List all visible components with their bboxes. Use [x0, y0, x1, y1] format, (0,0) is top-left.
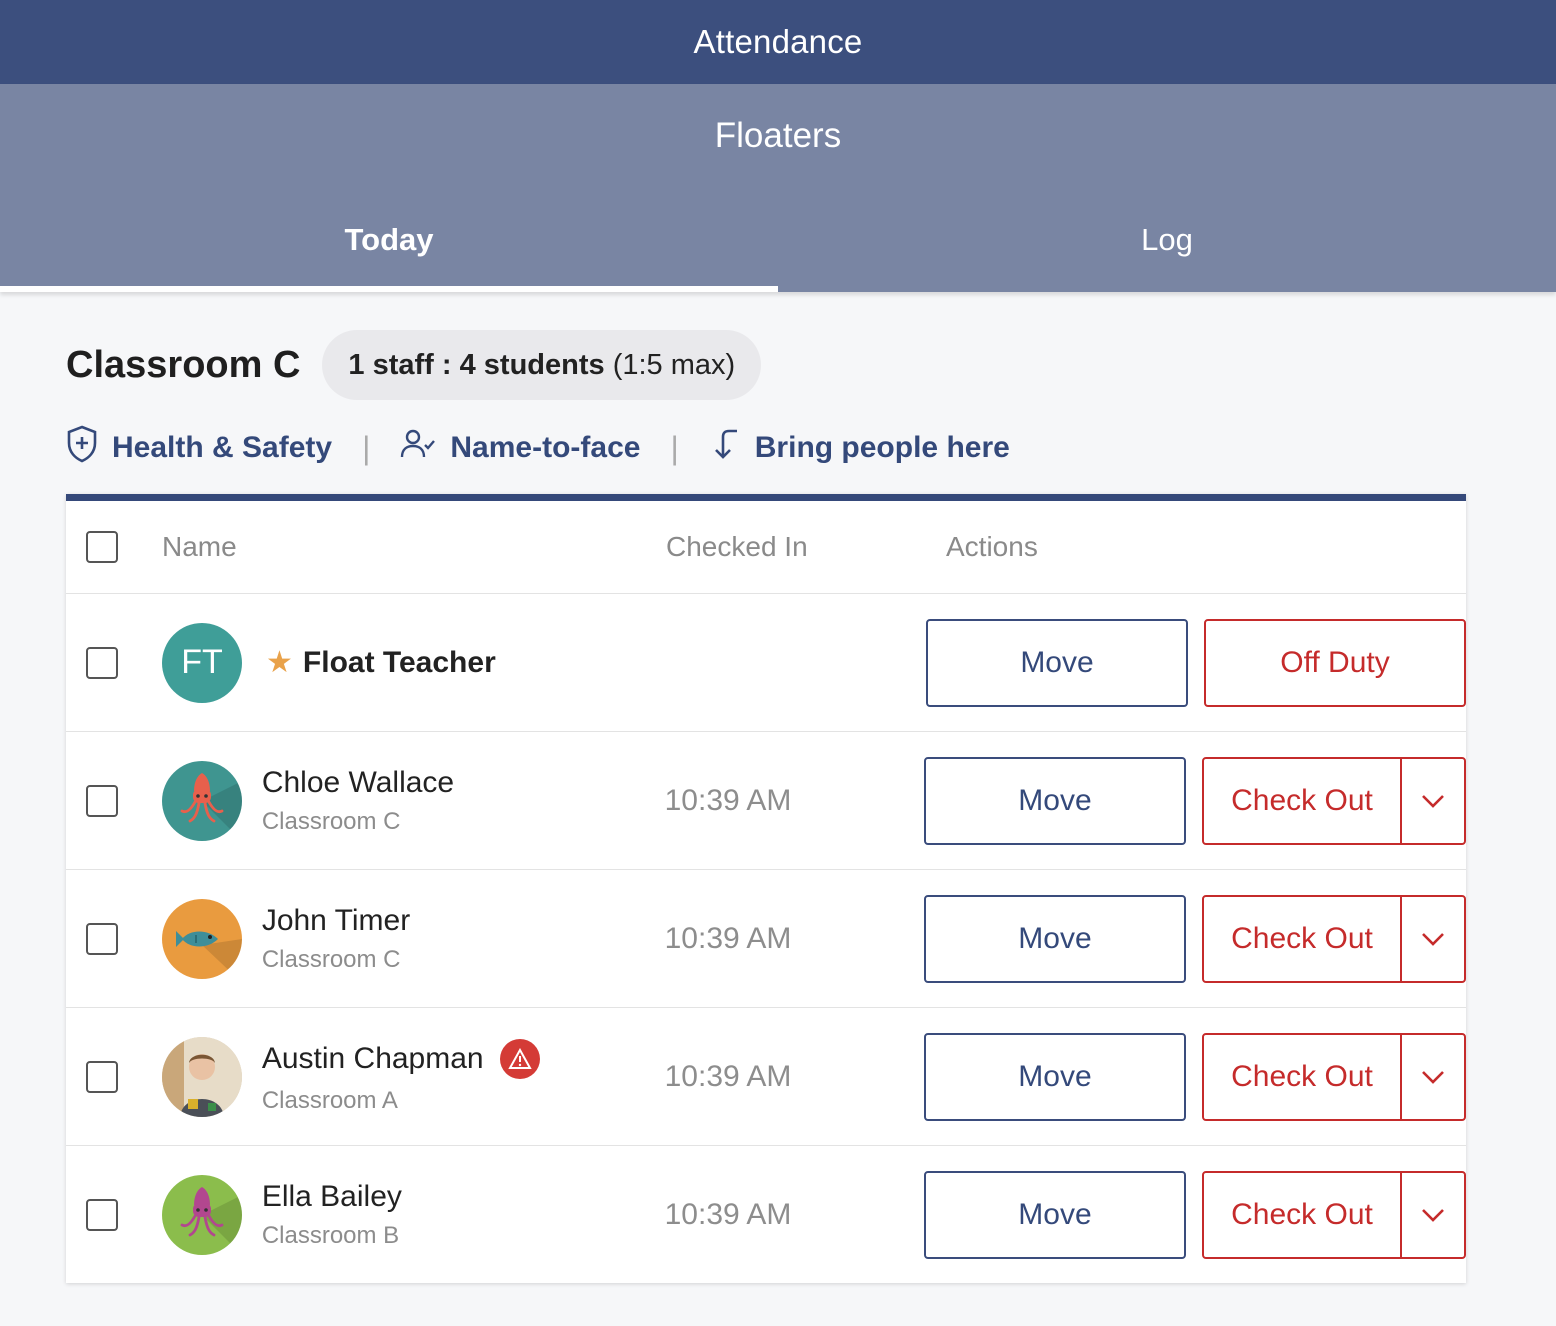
person-name: Float Teacher — [302, 645, 496, 679]
health-safety-label: Health & Safety — [112, 431, 333, 464]
tab-log[interactable]: Log — [778, 188, 1556, 292]
star-icon: ★ — [266, 646, 293, 679]
attendance-table: Name Checked In Actions FT ★ Float Teach… — [66, 494, 1466, 1283]
name-cell: Austin Chapman Classroom A — [161, 1036, 665, 1117]
sub-header: Floaters Today Log — [0, 84, 1556, 292]
check-out-split-button: Check Out — [1201, 1032, 1466, 1121]
row-checkbox[interactable] — [86, 646, 118, 679]
check-out-split-button: Check Out — [1201, 894, 1466, 983]
room-header: Classroom C 1 staff : 4 students (1:5 ma… — [66, 330, 1490, 400]
page-title: Attendance — [693, 23, 863, 60]
name-cell: Ella Bailey Classroom B — [161, 1174, 665, 1255]
room-title: Classroom C — [66, 343, 301, 386]
row-checkbox[interactable] — [86, 1198, 118, 1231]
tab-today[interactable]: Today — [0, 188, 778, 292]
select-all-checkbox[interactable] — [86, 531, 118, 563]
checked-in-time: 10:39 AM — [664, 783, 792, 817]
person-classroom: Classroom C — [261, 807, 401, 835]
off-duty-button[interactable]: Off Duty — [1204, 618, 1466, 707]
shield-plus-icon — [66, 425, 112, 471]
table-row: Austin Chapman Classroom A 10:39 AM Move… — [66, 1008, 1466, 1146]
move-button[interactable]: Move — [926, 618, 1188, 707]
chevron-down-icon[interactable] — [1402, 897, 1464, 981]
check-out-split-button: Check Out — [1201, 756, 1466, 845]
bring-people-link[interactable]: Bring people here — [709, 427, 1010, 469]
person-name: Chloe Wallace — [261, 765, 455, 799]
person-classroom: Classroom B — [261, 1221, 400, 1249]
name-to-face-label: Name-to-face — [450, 431, 641, 464]
alert-icon[interactable] — [499, 1038, 540, 1079]
row-actions: Move Check Out — [923, 1032, 1466, 1121]
column-header-actions: Actions — [946, 531, 1038, 562]
chevron-down-icon[interactable] — [1402, 1173, 1464, 1257]
row-actions: Move Check Out — [923, 894, 1466, 983]
ratio-max: (1:5 max) — [612, 348, 736, 381]
move-button[interactable]: Move — [923, 1170, 1186, 1259]
checked-in-time: 10:39 AM — [664, 1059, 792, 1093]
move-button[interactable]: Move — [923, 1032, 1186, 1121]
name-to-face-link[interactable]: Name-to-face — [400, 428, 640, 468]
table-row: Chloe Wallace Classroom C 10:39 AM Move … — [66, 732, 1466, 870]
name-cell: FT ★ Float Teacher — [162, 622, 666, 703]
squid-icon — [161, 1174, 242, 1255]
section-title: Floaters — [714, 116, 842, 155]
chevron-down-icon[interactable] — [1402, 759, 1464, 843]
move-button[interactable]: Move — [923, 756, 1186, 845]
photo-avatar — [161, 1036, 242, 1117]
table-row: Ella Bailey Classroom B 10:39 AM Move Ch… — [66, 1146, 1466, 1283]
table-row: FT ★ Float Teacher Move Off Duty — [66, 594, 1466, 732]
app-header: Attendance — [0, 0, 1556, 84]
row-actions: Move Check Out — [923, 756, 1466, 845]
check-out-button[interactable]: Check Out — [1204, 1034, 1402, 1119]
ratio-count: 1 staff : 4 students — [348, 348, 605, 381]
row-actions: Move Check Out — [923, 1170, 1466, 1259]
person-check-icon — [400, 428, 450, 468]
squid-icon — [161, 760, 242, 841]
column-header-name: Name — [162, 531, 237, 562]
check-out-split-button: Check Out — [1201, 1170, 1466, 1259]
person-classroom: Classroom A — [261, 1086, 398, 1114]
avatar: FT — [162, 622, 242, 703]
main-content: Classroom C 1 staff : 4 students (1:5 ma… — [0, 330, 1556, 1283]
fish-icon — [161, 898, 242, 979]
row-actions: Move Off Duty — [926, 618, 1466, 707]
ratio-badge: 1 staff : 4 students (1:5 max) — [322, 330, 762, 400]
row-checkbox[interactable] — [86, 1060, 118, 1093]
check-out-button[interactable]: Check Out — [1204, 1172, 1402, 1257]
link-separator: | — [362, 429, 371, 466]
row-checkbox[interactable] — [86, 784, 118, 817]
health-safety-link[interactable]: Health & Safety — [66, 425, 332, 471]
tab-bar: Today Log — [0, 188, 1556, 292]
check-out-button[interactable]: Check Out — [1204, 758, 1402, 843]
checked-in-time: 10:39 AM — [664, 921, 792, 955]
column-header-checked-in: Checked In — [666, 531, 808, 562]
name-cell: John Timer Classroom C — [161, 898, 665, 979]
checked-in-time: 10:39 AM — [664, 1197, 792, 1231]
arrow-return-icon — [709, 427, 755, 469]
link-separator: | — [670, 429, 679, 466]
bring-people-label: Bring people here — [754, 431, 1010, 464]
table-row: John Timer Classroom C 10:39 AM Move Che… — [66, 870, 1466, 1008]
quick-links: Health & Safety | Name-to-face | Bring p… — [66, 425, 1490, 471]
row-checkbox[interactable] — [86, 922, 118, 955]
person-name: Austin Chapman — [261, 1041, 484, 1075]
table-header: Name Checked In Actions — [66, 501, 1466, 594]
move-button[interactable]: Move — [923, 894, 1186, 983]
chevron-down-icon[interactable] — [1402, 1035, 1464, 1119]
person-name: Ella Bailey — [261, 1179, 402, 1213]
person-name: John Timer — [261, 903, 411, 937]
check-out-button[interactable]: Check Out — [1204, 896, 1402, 981]
person-classroom: Classroom C — [261, 945, 401, 973]
name-cell: Chloe Wallace Classroom C — [161, 760, 665, 841]
